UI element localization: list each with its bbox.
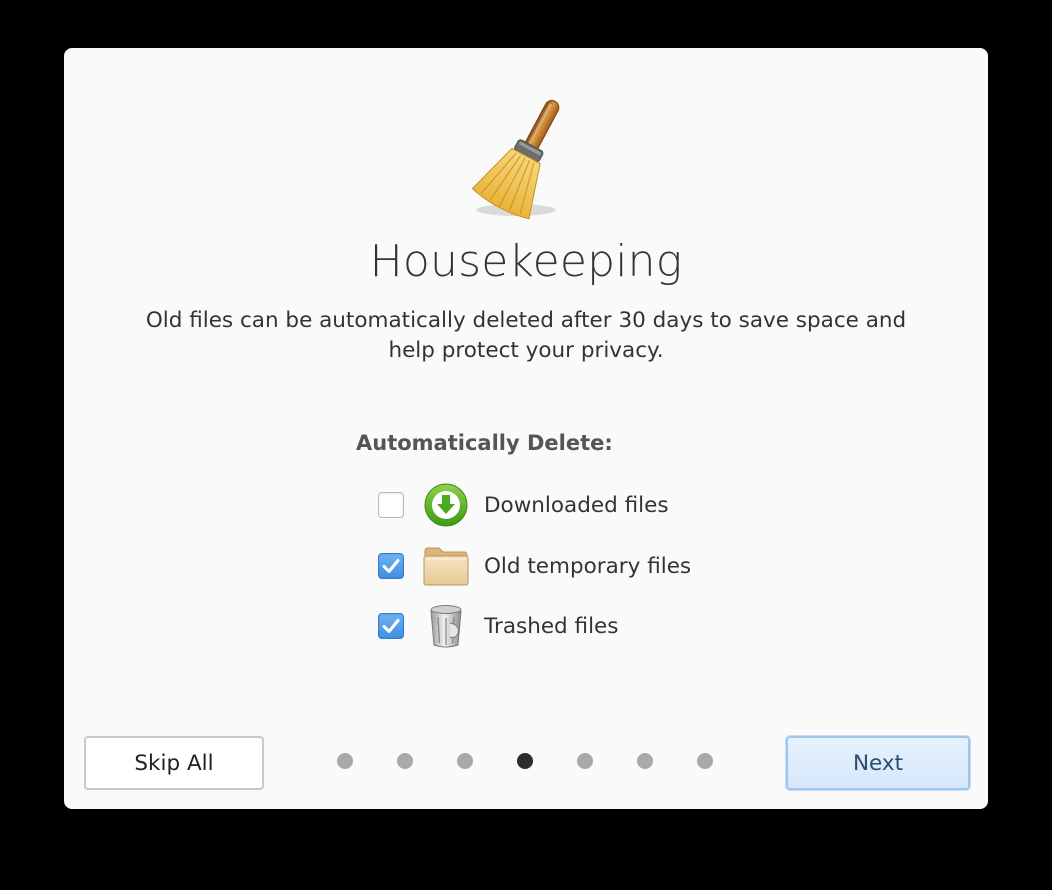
- next-button[interactable]: Next: [786, 736, 970, 790]
- page-dot-5[interactable]: [577, 753, 593, 769]
- option-trashed-files[interactable]: Trashed files: [378, 603, 618, 649]
- housekeeping-dialog: Housekeeping Old files can be automatica…: [64, 48, 988, 809]
- page-dot-4-current[interactable]: [517, 753, 533, 769]
- page-dot-1[interactable]: [337, 753, 353, 769]
- trash-can-icon: [422, 603, 470, 649]
- page-indicator: [329, 753, 729, 771]
- option-old-temporary-files[interactable]: Old temporary files: [378, 543, 691, 589]
- page-dot-6[interactable]: [637, 753, 653, 769]
- folder-icon: [422, 543, 470, 589]
- old-temporary-files-label: Old temporary files: [484, 553, 692, 579]
- page-dot-3[interactable]: [457, 753, 473, 769]
- trashed-files-label: Trashed files: [484, 613, 619, 639]
- downloaded-files-label: Downloaded files: [484, 492, 669, 518]
- page-dot-2[interactable]: [397, 753, 413, 769]
- dialog-title: Housekeeping: [369, 236, 683, 287]
- trashed-files-checkbox[interactable]: [378, 613, 404, 639]
- broom-icon: [470, 92, 582, 220]
- page-dot-7[interactable]: [697, 753, 713, 769]
- download-arrow-icon: [422, 482, 470, 528]
- downloaded-files-checkbox[interactable]: [378, 492, 404, 518]
- old-temporary-files-checkbox[interactable]: [378, 553, 404, 579]
- dialog-description: Old files can be automatically deleted a…: [145, 308, 907, 363]
- option-downloaded-files[interactable]: Downloaded files: [378, 482, 669, 528]
- skip-all-button[interactable]: Skip All: [84, 736, 264, 790]
- section-heading: Automatically Delete:: [356, 431, 613, 455]
